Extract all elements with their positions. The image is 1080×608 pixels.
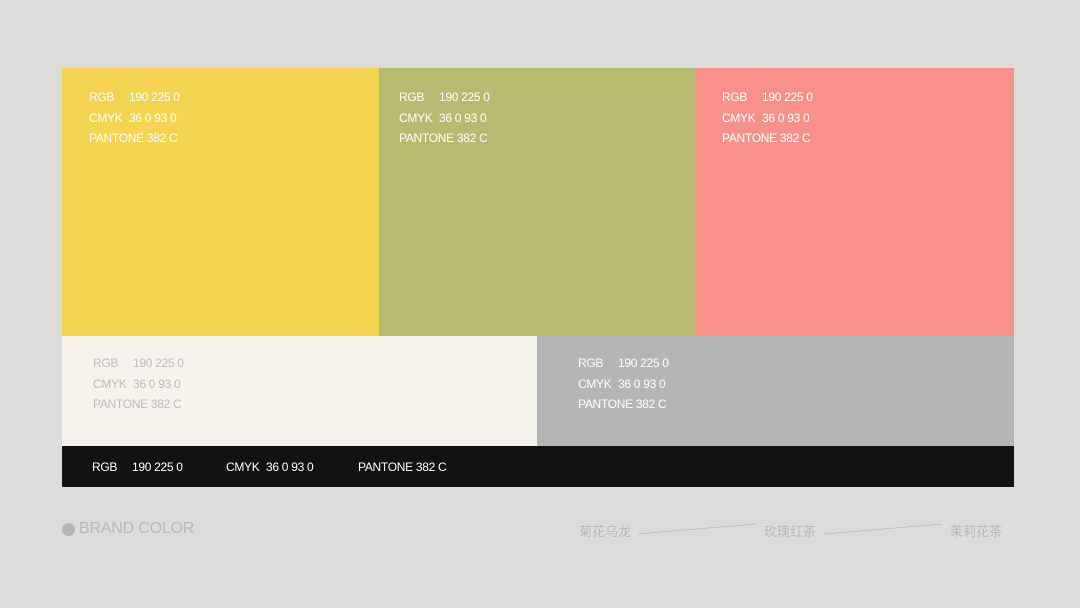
cmyk-label: CMYK (578, 376, 612, 391)
swatch-gray: RGB 190 225 0 CMYK 36 0 93 0 PANTONE 382 C (537, 336, 1014, 446)
swatch-salmon: RGB 190 225 0 CMYK 36 0 93 0 PANTONE 382 C (696, 68, 1014, 336)
color-board: RGB 190 225 0 CMYK 36 0 93 0 PANTONE 382 C… (62, 68, 1014, 487)
swatch-spec: RGB 190 225 0 CMYK 36 0 93 0 PANTONE 382 C (93, 353, 184, 415)
pantone-value: PANTONE 382 C (578, 397, 667, 411)
cmyk-value: 36 0 93 0 (133, 376, 181, 391)
brand-color-text: BRAND COLOR (79, 520, 195, 537)
pantone-value: PANTONE 382 C (89, 131, 178, 145)
connector-line-2 (823, 523, 943, 535)
tea-name-1: 菊花乌龙 (579, 525, 632, 540)
rgb-label: RGB (93, 356, 119, 370)
rgb-value: 190 225 0 (762, 90, 813, 104)
swatch-cream: RGB 190 225 0 CMYK 36 0 93 0 PANTONE 382 C (62, 336, 537, 446)
rgb-value: 190 225 0 (133, 356, 184, 370)
connector-line-1 (637, 523, 757, 535)
cmyk-label: CMYK (722, 110, 756, 125)
rgb-label: RGB (89, 90, 115, 104)
bar-rgb-value: 190 225 0 (132, 459, 183, 474)
cmyk-label: CMYK (89, 110, 123, 125)
cmyk-label: CMYK (93, 376, 127, 391)
pantone-value: PANTONE 382 C (93, 397, 182, 411)
rgb-value: 190 225 0 (129, 90, 180, 104)
bar-cmyk-value: 36 0 93 0 (266, 459, 314, 474)
rgb-label: RGB (578, 356, 604, 370)
cmyk-label: CMYK (399, 110, 433, 125)
swatch-yellow: RGB 190 225 0 CMYK 36 0 93 0 PANTONE 382 C (62, 68, 379, 336)
cmyk-value: 36 0 93 0 (439, 110, 487, 125)
swatch-spec: RGB 190 225 0 CMYK 36 0 93 0 PANTONE 382 C (578, 353, 669, 415)
rgb-value: 190 225 0 (618, 356, 669, 370)
pantone-value: PANTONE 382 C (399, 131, 488, 145)
tea-name-3: 茉莉花茶 (950, 525, 1003, 540)
middle-swatch-row: RGB 190 225 0 CMYK 36 0 93 0 PANTONE 382 C… (62, 336, 1014, 446)
top-swatch-row: RGB 190 225 0 CMYK 36 0 93 0 PANTONE 382 C… (62, 68, 1014, 336)
swatch-spec: RGB 190 225 0 CMYK 36 0 93 0 PANTONE 382 C (722, 87, 813, 149)
cmyk-value: 36 0 93 0 (129, 110, 177, 125)
swatch-spec: RGB 190 225 0 CMYK 36 0 93 0 PANTONE 382 C (89, 87, 180, 149)
tea-name-2: 玫瑰红茶 (764, 525, 817, 540)
bar-cmyk-label: CMYK (226, 459, 260, 474)
cmyk-value: 36 0 93 0 (618, 376, 666, 391)
bar-pantone-value: PANTONE 382 C (358, 459, 447, 474)
bullet-dot-icon (62, 522, 75, 536)
rgb-label: RGB (722, 90, 748, 104)
cmyk-value: 36 0 93 0 (762, 110, 810, 125)
swatch-spec: RGB 190 225 0 CMYK 36 0 93 0 PANTONE 382 C (399, 87, 490, 149)
rgb-value: 190 225 0 (439, 90, 490, 104)
swatch-olive: RGB 190 225 0 CMYK 36 0 93 0 PANTONE 382 C (379, 68, 696, 336)
pantone-value: PANTONE 382 C (722, 131, 811, 145)
rgb-label: RGB (399, 90, 425, 104)
swatch-black-bar: RGB 190 225 0 CMYK 36 0 93 0 PANTONE 382… (62, 446, 1014, 487)
bar-rgb-label: RGB (92, 459, 118, 474)
brand-color-label: BRAND COLOR (62, 520, 194, 538)
